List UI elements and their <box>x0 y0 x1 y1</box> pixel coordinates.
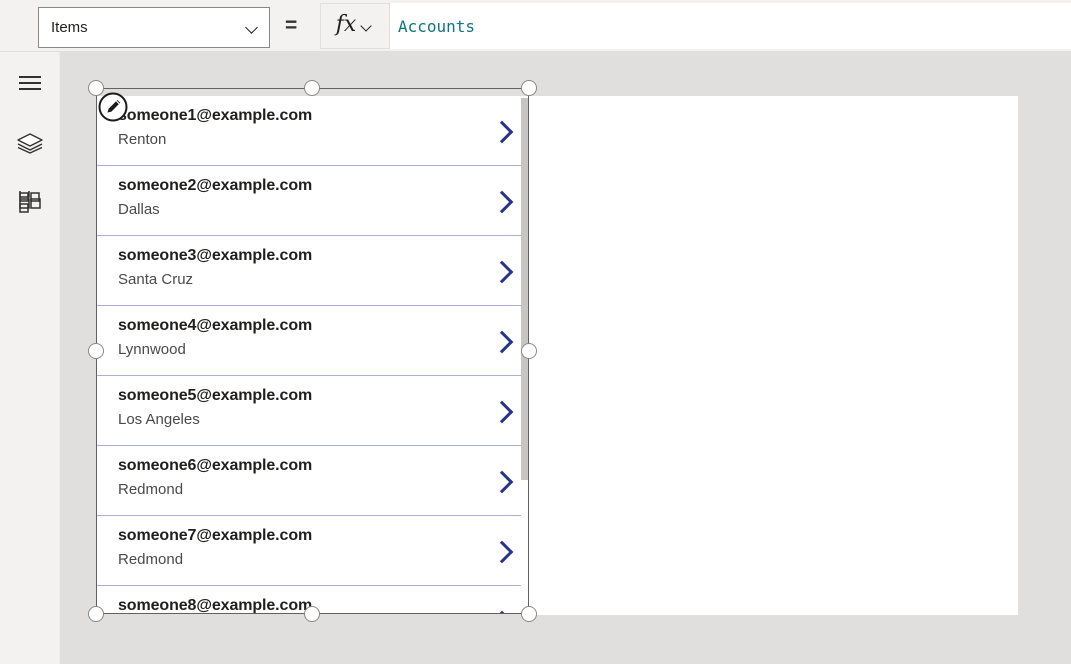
pencil-edit-icon[interactable] <box>97 91 129 123</box>
chevron-right-icon[interactable] <box>493 608 509 614</box>
gallery-row[interactable]: someone3@example.com Santa Cruz <box>96 236 529 306</box>
chevron-right-icon[interactable] <box>493 398 509 424</box>
chevron-right-icon[interactable] <box>493 188 509 214</box>
fx-icon: fx <box>336 14 357 36</box>
resize-handle-bottom-left[interactable] <box>88 606 104 622</box>
gallery-row-city: Santa Cruz <box>118 270 193 289</box>
gallery-scrollbar-thumb[interactable] <box>521 98 529 480</box>
chevron-right-icon[interactable] <box>493 118 509 144</box>
property-formula-bar: Items = fx Accounts <box>0 0 1071 52</box>
resize-handle-top-middle[interactable] <box>304 80 320 96</box>
chevron-right-icon[interactable] <box>493 258 509 284</box>
gallery-row-email: someone8@example.com <box>118 596 312 614</box>
resize-handle-bottom-right[interactable] <box>521 606 537 622</box>
sidebar-item-insert[interactable] <box>6 179 54 227</box>
equals-sign: = <box>285 14 297 38</box>
sidebar-item-menu[interactable] <box>6 59 54 107</box>
formula-input[interactable]: Accounts <box>390 3 1071 49</box>
components-grid-icon <box>18 191 42 215</box>
gallery-row[interactable]: someone1@example.com Renton <box>96 96 529 166</box>
gallery-row-city: Redmond <box>118 480 183 499</box>
resize-handle-bottom-middle[interactable] <box>304 606 320 622</box>
left-rail <box>0 52 60 664</box>
chevron-right-icon[interactable] <box>493 468 509 494</box>
gallery-row-email: someone3@example.com <box>118 246 312 266</box>
gallery-row-email: someone1@example.com <box>118 106 312 126</box>
property-select-value: Items <box>51 20 246 35</box>
resize-handle-middle-left[interactable] <box>88 343 104 359</box>
gallery-row-city: Lynnwood <box>118 340 186 359</box>
design-workspace: someone1@example.com Renton someone2@examp… <box>60 52 1071 664</box>
gallery-row-email: someone5@example.com <box>118 386 312 406</box>
app-screen-canvas[interactable] <box>529 96 1018 615</box>
gallery-row-email: someone6@example.com <box>118 456 312 476</box>
hamburger-icon <box>19 76 41 90</box>
gallery-row[interactable]: someone6@example.com Redmond <box>96 446 529 516</box>
gallery-row[interactable]: someone2@example.com Dallas <box>96 166 529 236</box>
gallery-row-email: someone2@example.com <box>118 176 312 196</box>
gallery-row-city: Dallas <box>118 200 160 219</box>
gallery-row[interactable]: someone5@example.com Los Angeles <box>96 376 529 446</box>
gallery-control[interactable]: someone1@example.com Renton someone2@examp… <box>96 96 529 614</box>
gallery-row-city: Los Angeles <box>118 410 200 429</box>
property-select[interactable]: Items <box>38 7 270 48</box>
gallery-row-city: Renton <box>118 130 166 149</box>
gallery-row-email: someone7@example.com <box>118 526 312 546</box>
fx-button[interactable]: fx <box>320 3 390 49</box>
gallery-row-city: Redmond <box>118 550 183 569</box>
chevron-down-icon <box>361 20 374 33</box>
resize-handle-top-right[interactable] <box>521 80 537 96</box>
chevron-right-icon[interactable] <box>493 328 509 354</box>
gallery-rows: someone1@example.com Renton someone2@examp… <box>96 96 529 614</box>
gallery-row[interactable]: someone4@example.com Lynnwood <box>96 306 529 376</box>
layers-icon <box>17 132 43 154</box>
gallery-row-email: someone4@example.com <box>118 316 312 336</box>
chevron-down-icon <box>246 21 259 34</box>
chevron-right-icon[interactable] <box>493 538 509 564</box>
resize-handle-middle-right[interactable] <box>521 343 537 359</box>
sidebar-item-tree-view[interactable] <box>6 119 54 167</box>
gallery-row[interactable]: someone7@example.com Redmond <box>96 516 529 586</box>
